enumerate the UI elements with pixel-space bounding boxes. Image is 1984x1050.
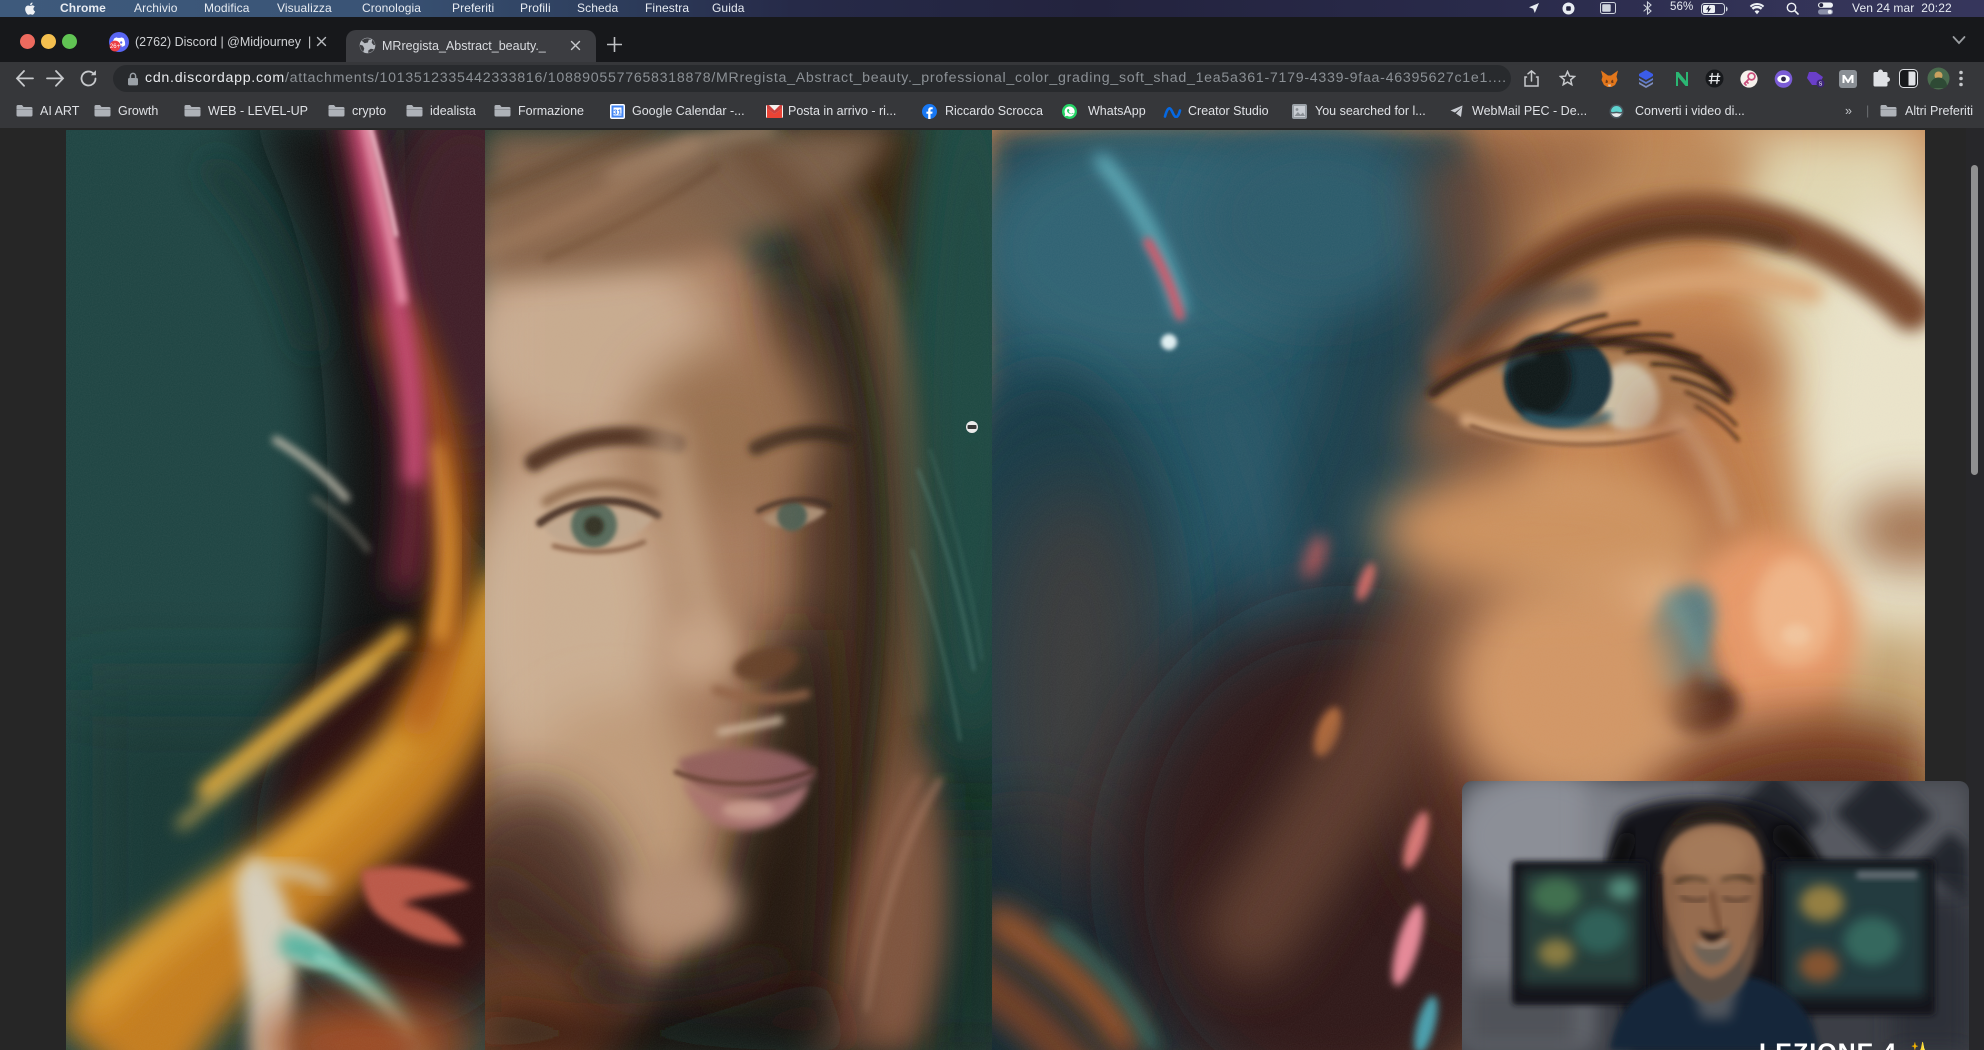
svg-text:LEZIONE 4: LEZIONE 4 [1759, 1039, 1897, 1050]
svg-text:26+: 26+ [110, 44, 121, 50]
svg-text:31: 31 [613, 107, 621, 116]
svg-text:✨: ✨ [1905, 1041, 1932, 1050]
svg-text:S: S [1819, 82, 1823, 88]
